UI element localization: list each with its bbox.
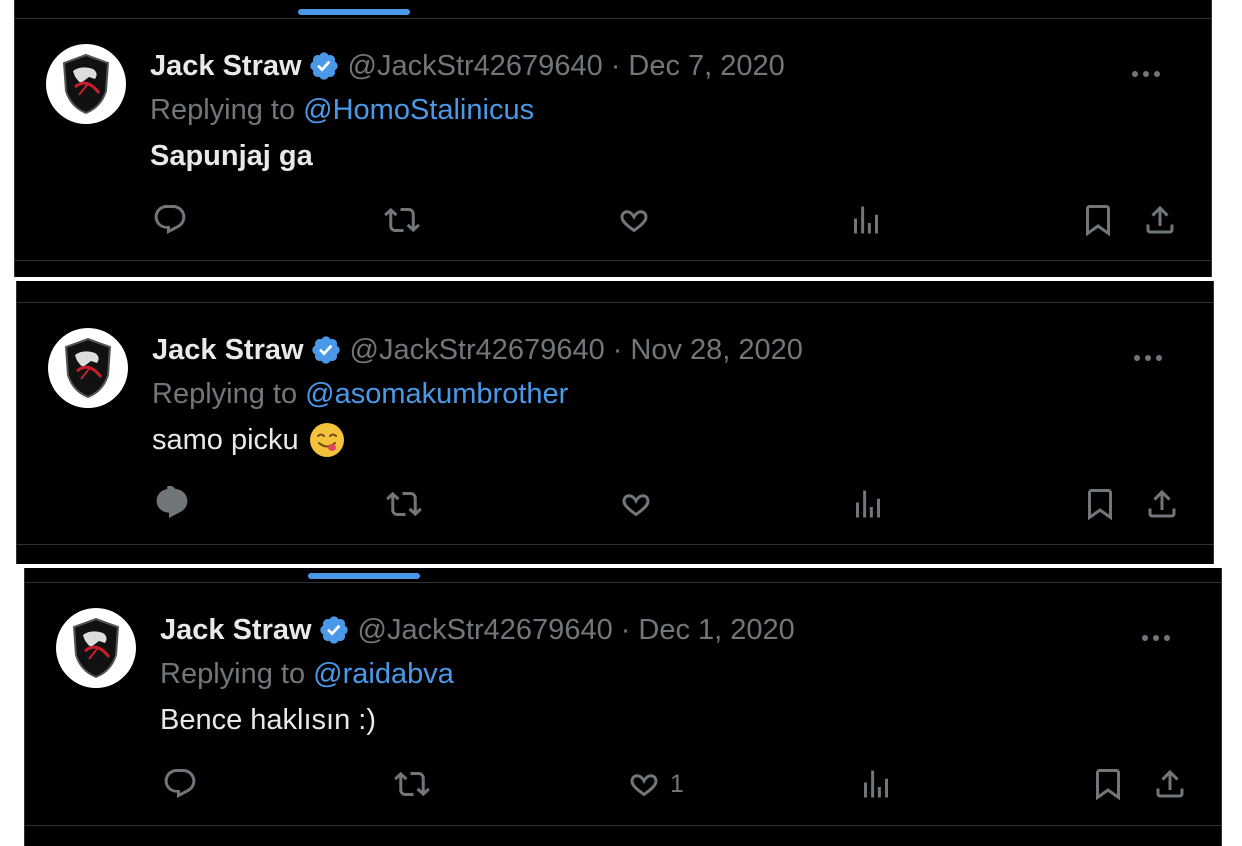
bookmark-icon xyxy=(1088,489,1112,521)
retweet-icon xyxy=(386,491,422,517)
avatar-logo-icon xyxy=(64,337,112,399)
tweet-panel-3: Jack Straw @JackStr42679640 · Dec 1, 202… xyxy=(24,568,1222,846)
tweet-text-content: samo picku xyxy=(152,424,299,456)
tweet-text-content: Sapunjaj ga xyxy=(150,140,313,172)
more-icon[interactable] xyxy=(1136,630,1176,646)
tab-indicator xyxy=(298,9,410,15)
reply-to-handle[interactable]: @asomakumbrother xyxy=(305,378,568,410)
user-handle[interactable]: @JackStr42679640 xyxy=(358,612,613,648)
tab-indicator xyxy=(308,573,420,579)
tweet-header: Jack Straw @JackStr42679640 · Dec 1, 202… xyxy=(160,612,795,648)
bookmark-button[interactable] xyxy=(1090,764,1126,804)
tweet-actions: 1 xyxy=(24,764,1222,804)
replying-to-label: Replying to xyxy=(152,378,298,410)
like-button[interactable]: 1 xyxy=(626,764,684,804)
views-button[interactable] xyxy=(850,484,886,524)
display-name[interactable]: Jack Straw xyxy=(150,48,302,84)
avatar[interactable] xyxy=(56,608,136,688)
separator-dot: · xyxy=(610,50,621,82)
tweet[interactable]: Jack Straw @JackStr42679640 · Nov 28, 20… xyxy=(16,304,1214,566)
like-button[interactable] xyxy=(616,200,652,240)
avatar[interactable] xyxy=(48,328,128,408)
tweet-panel-2: Jack Straw @JackStr42679640 · Nov 28, 20… xyxy=(16,281,1214,564)
verified-badge-icon[interactable] xyxy=(318,614,350,646)
panel-divider-top xyxy=(24,582,1222,583)
more-icon[interactable] xyxy=(1128,350,1168,366)
avatar[interactable] xyxy=(46,44,126,124)
share-button[interactable] xyxy=(1142,200,1178,240)
retweet-button[interactable] xyxy=(384,200,420,240)
replying-to-label: Replying to xyxy=(160,658,306,690)
share-icon xyxy=(1146,205,1174,234)
tweet[interactable]: Jack Straw @JackStr42679640 · Dec 1, 202… xyxy=(24,584,1222,846)
retweet-button[interactable] xyxy=(394,764,430,804)
tweet[interactable]: Jack Straw @JackStr42679640 · Dec 7, 202… xyxy=(14,20,1212,282)
like-icon xyxy=(620,210,648,233)
replying-to: Replying to @raidabva xyxy=(160,656,454,692)
avatar-logo-icon xyxy=(72,617,120,679)
reply-icon xyxy=(156,486,188,519)
tweet-date[interactable]: Dec 1, 2020 xyxy=(638,612,794,648)
tweet-panel-1: Jack Straw @JackStr42679640 · Dec 7, 202… xyxy=(14,0,1212,277)
verified-badge-icon[interactable] xyxy=(308,50,340,82)
retweet-button[interactable] xyxy=(386,484,422,524)
separator-dot: · xyxy=(612,334,623,366)
panel-divider-top xyxy=(16,302,1214,303)
reply-to-handle[interactable]: @raidabva xyxy=(313,658,454,690)
tweet-text: samo picku xyxy=(152,420,345,460)
bookmark-icon xyxy=(1096,769,1120,801)
tweet-header: Jack Straw @JackStr42679640 · Nov 28, 20… xyxy=(152,332,803,368)
display-name[interactable]: Jack Straw xyxy=(152,332,304,368)
views-icon xyxy=(856,490,880,518)
replying-to-label: Replying to xyxy=(150,94,296,126)
tweet-actions xyxy=(14,200,1212,240)
more-icon[interactable] xyxy=(1126,66,1166,82)
verified-badge-icon[interactable] xyxy=(310,334,342,366)
reply-button[interactable] xyxy=(154,484,190,524)
share-button[interactable] xyxy=(1144,484,1180,524)
tweet-date[interactable]: Nov 28, 2020 xyxy=(630,332,803,368)
tweet-date[interactable]: Dec 7, 2020 xyxy=(628,48,784,84)
like-icon xyxy=(622,494,650,517)
replying-to: Replying to @HomoStalinicus xyxy=(150,92,534,128)
share-icon xyxy=(1148,489,1176,518)
reply-button[interactable] xyxy=(152,200,188,240)
views-icon xyxy=(864,770,888,798)
reply-button[interactable] xyxy=(162,764,198,804)
bookmark-icon xyxy=(1086,205,1110,237)
user-handle[interactable]: @JackStr42679640 xyxy=(350,332,605,368)
share-button[interactable] xyxy=(1152,764,1188,804)
views-button[interactable] xyxy=(858,764,894,804)
tweet-text-content: Bence haklısın :) xyxy=(160,704,376,736)
retweet-icon xyxy=(394,771,430,797)
tweet-text: Bence haklısın :) xyxy=(160,700,376,740)
user-handle[interactable]: @JackStr42679640 xyxy=(348,48,603,84)
like-icon xyxy=(630,774,658,797)
face-savoring-food-emoji-icon xyxy=(309,423,344,457)
avatar-logo-icon xyxy=(62,53,110,115)
views-icon xyxy=(854,206,878,234)
reply-icon xyxy=(154,205,186,235)
retweet-icon xyxy=(384,207,420,233)
panel-divider-top xyxy=(14,18,1212,19)
replying-to: Replying to @asomakumbrother xyxy=(152,376,568,412)
tweet-text: Sapunjaj ga xyxy=(150,136,313,176)
tweet-actions xyxy=(16,484,1214,524)
like-count: 1 xyxy=(670,769,684,798)
separator-dot: · xyxy=(620,614,631,646)
tweet-header: Jack Straw @JackStr42679640 · Dec 7, 202… xyxy=(150,48,785,84)
like-button[interactable] xyxy=(618,484,654,524)
reply-icon xyxy=(164,769,196,799)
reply-to-handle[interactable]: @HomoStalinicus xyxy=(303,94,534,126)
bookmark-button[interactable] xyxy=(1082,484,1118,524)
bookmark-button[interactable] xyxy=(1080,200,1116,240)
display-name[interactable]: Jack Straw xyxy=(160,612,312,648)
share-icon xyxy=(1156,769,1184,798)
views-button[interactable] xyxy=(848,200,884,240)
